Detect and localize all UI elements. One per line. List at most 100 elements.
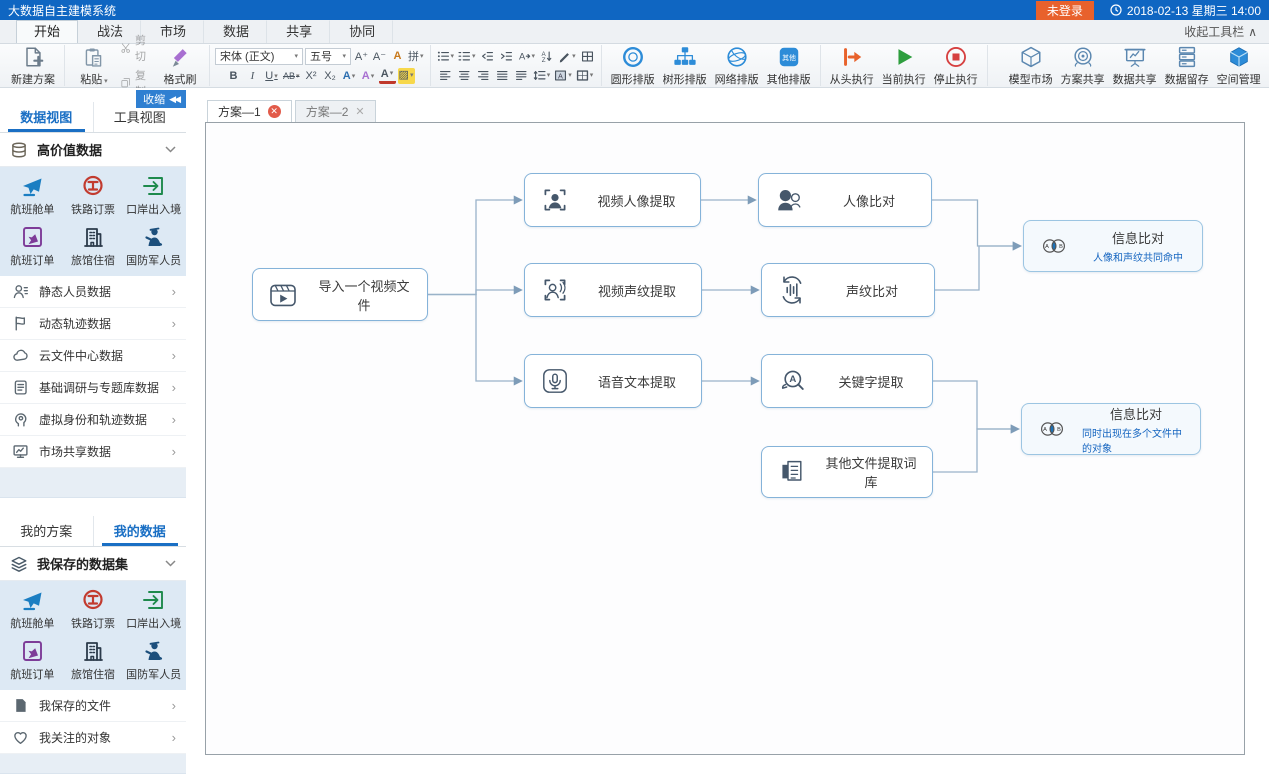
- highlight-button[interactable]: ▨▾: [398, 68, 415, 84]
- toolbar-button-run-from-start[interactable]: 从头执行: [826, 44, 878, 88]
- dataset-label: 航班订单: [10, 252, 54, 268]
- subscript-button[interactable]: X₂: [322, 68, 339, 84]
- sidebar-tab-my-data[interactable]: 我的数据: [93, 516, 187, 546]
- sidebar-tab-data-view[interactable]: 数据视图: [0, 102, 93, 132]
- sidebar-item-my-followed-objects[interactable]: 我关注的对象 ›: [0, 722, 186, 754]
- toolbar-button-circle-layout[interactable]: 圆形排版: [607, 44, 659, 88]
- flow-node-video-voiceprint-extract[interactable]: 视频声纹提取: [524, 263, 702, 317]
- toolbar-button-run-stop[interactable]: 停止执行: [930, 44, 982, 88]
- flow-node-info-compare-1[interactable]: AB信息比对 人像和声纹共同命中: [1023, 220, 1203, 272]
- ribbon-tab-data[interactable]: 数据: [205, 20, 267, 43]
- align-center-button[interactable]: [456, 67, 473, 83]
- align-right-button[interactable]: [475, 67, 492, 83]
- toolbar-button-data-share[interactable]: 数据共享: [1109, 44, 1161, 88]
- cut-button[interactable]: 剪切: [120, 32, 154, 64]
- dataset-hotel-stay[interactable]: 旅馆住宿: [63, 224, 124, 268]
- sidebar-item-cloud-file-center-data[interactable]: 云文件中心数据 ›: [0, 340, 186, 372]
- italic-button[interactable]: I: [244, 68, 261, 84]
- dataset-rail-ticket[interactable]: 铁路订票: [63, 587, 124, 631]
- dataset-flight-manifest[interactable]: 航班舱单: [2, 587, 63, 631]
- svg-text:其他: 其他: [782, 53, 796, 62]
- toolbar-button-data-retention[interactable]: 数据留存: [1161, 44, 1213, 88]
- sidebar-tab-my-plans[interactable]: 我的方案: [0, 516, 93, 546]
- borders-button[interactable]: ▾: [575, 67, 595, 83]
- grow-font-button[interactable]: A⁺: [353, 48, 370, 64]
- ribbon-tab-collaborate[interactable]: 协同: [331, 20, 393, 43]
- sidebar-item-virtual-identity-track-data[interactable]: 虚拟身份和轨迹数据 ›: [0, 404, 186, 436]
- dataset-military-personnel[interactable]: 国防军人员: [123, 638, 184, 682]
- sort-button[interactable]: AZ: [538, 48, 555, 64]
- new-plan-button[interactable]: 新建方案: [7, 44, 59, 88]
- font-color-button[interactable]: A▾: [379, 68, 396, 84]
- dataset-border-entry-exit[interactable]: 口岸出入境: [123, 587, 184, 631]
- flowchart-canvas[interactable]: 导入一个视频文件 视频人像提取 人像比对 视频声纹提取 声纹比对 语音文本提取 …: [205, 122, 1245, 755]
- dataset-flight-order[interactable]: 航班订单: [2, 638, 63, 682]
- bullets-button[interactable]: ▾: [436, 48, 456, 64]
- login-status-badge[interactable]: 未登录: [1036, 1, 1094, 20]
- sidebar-item-basic-research-thematic-data[interactable]: 基础调研与专题库数据 ›: [0, 372, 186, 404]
- pinyin-guide-button[interactable]: 拼▾: [407, 48, 425, 64]
- toolbar-button-model-market[interactable]: 模型市场: [1005, 44, 1057, 88]
- dataset-border-entry-exit[interactable]: 口岸出入境: [123, 173, 184, 217]
- align-distribute-button[interactable]: [513, 67, 530, 83]
- shrink-font-button[interactable]: A⁻: [371, 48, 388, 64]
- format-painter-button[interactable]: 格式刷: [156, 44, 204, 88]
- toolbar-button-other-layout[interactable]: 其他 其他排版: [763, 44, 815, 88]
- dataset-military-personnel[interactable]: 国防军人员: [123, 224, 184, 268]
- char-color-mark-button[interactable]: A: [389, 48, 406, 64]
- flow-node-voiceprint-compare[interactable]: 声纹比对: [761, 263, 935, 317]
- sidebar-tab-tool-view[interactable]: 工具视图: [93, 102, 187, 132]
- flow-node-keyword-extract[interactable]: A关键字提取: [761, 354, 933, 408]
- document-tab-plan-1[interactable]: 方案—1 ✕: [207, 100, 292, 122]
- flow-node-label: 视频声纹提取: [585, 281, 701, 300]
- shading-button[interactable]: A▾: [553, 67, 573, 83]
- table-button[interactable]: [579, 48, 596, 64]
- plane-order-icon: [20, 224, 44, 250]
- flow-node-video-face-extract[interactable]: 视频人像提取: [524, 173, 701, 227]
- high-value-data-section[interactable]: 高价值数据: [0, 133, 186, 167]
- toolbar-button-space-management[interactable]: 空间管理: [1213, 44, 1265, 88]
- dataset-flight-order[interactable]: 航班订单: [2, 224, 63, 268]
- flow-node-speech-text-extract[interactable]: 语音文本提取: [524, 354, 702, 408]
- bold-button[interactable]: B: [225, 68, 242, 84]
- toolbar-button-run-current[interactable]: 当前执行: [878, 44, 930, 88]
- my-saved-datasets-section[interactable]: 我保存的数据集: [0, 547, 186, 581]
- sidebar-item-my-saved-files[interactable]: 我保存的文件 ›: [0, 690, 186, 722]
- flow-node-face-compare[interactable]: 人像比对: [758, 173, 932, 227]
- sidebar-item-static-person-data[interactable]: 静态人员数据 ›: [0, 276, 186, 308]
- numbering-button[interactable]: ▾: [457, 48, 477, 64]
- toolbar-button-tree-layout[interactable]: 树形排版: [659, 44, 711, 88]
- strikethrough-button[interactable]: AB▾: [282, 68, 301, 84]
- align-left-button[interactable]: [437, 67, 454, 83]
- font-size-select[interactable]: 五号▾: [305, 48, 351, 65]
- align-justify-button[interactable]: [494, 67, 511, 83]
- sidebar-item-market-shared-data[interactable]: 市场共享数据 ›: [0, 436, 186, 468]
- dataset-hotel-stay[interactable]: 旅馆住宿: [63, 638, 124, 682]
- dataset-rail-ticket[interactable]: 铁路订票: [63, 173, 124, 217]
- flow-node-import-video[interactable]: 导入一个视频文件: [252, 268, 428, 321]
- collapse-toolbar-button[interactable]: 收起工具栏 ∧: [1184, 23, 1257, 40]
- flow-node-info-compare-2[interactable]: AB信息比对 同时出现在多个文件中的对象: [1021, 403, 1201, 455]
- pen-button[interactable]: ▾: [557, 48, 577, 64]
- indent-button[interactable]: [498, 48, 515, 64]
- toolbar-button-network-layout[interactable]: 网络排版: [711, 44, 763, 88]
- font-family-select[interactable]: 宋体 (正文)▾: [215, 48, 303, 65]
- close-tab-icon[interactable]: ✕: [355, 105, 364, 118]
- char-outline-button[interactable]: A▾: [341, 68, 358, 84]
- superscript-button[interactable]: X²: [303, 68, 320, 84]
- ribbon-tab-start[interactable]: 开始: [16, 20, 78, 43]
- outdent-button[interactable]: [479, 48, 496, 64]
- dataset-flight-manifest[interactable]: 航班舱单: [2, 173, 63, 217]
- faces-icon: [759, 184, 819, 216]
- wordart-button[interactable]: A▾: [360, 68, 377, 84]
- ribbon-tab-share[interactable]: 共享: [268, 20, 330, 43]
- line-spacing-button[interactable]: ▾: [532, 67, 552, 83]
- sidebar-item-dynamic-track-data[interactable]: 动态轨迹数据 ›: [0, 308, 186, 340]
- document-tab-plan-2[interactable]: 方案—2 ✕: [295, 100, 376, 122]
- toolbar-button-plan-share[interactable]: 方案共享: [1057, 44, 1109, 88]
- paste-button[interactable]: 粘贴 ▾: [70, 44, 118, 88]
- underline-button[interactable]: U▾: [263, 68, 280, 84]
- char-scale-button[interactable]: A▾: [517, 48, 537, 64]
- close-tab-icon[interactable]: ✕: [268, 105, 281, 118]
- flow-node-other-files-lexicon[interactable]: 其他文件提取词库: [761, 446, 933, 498]
